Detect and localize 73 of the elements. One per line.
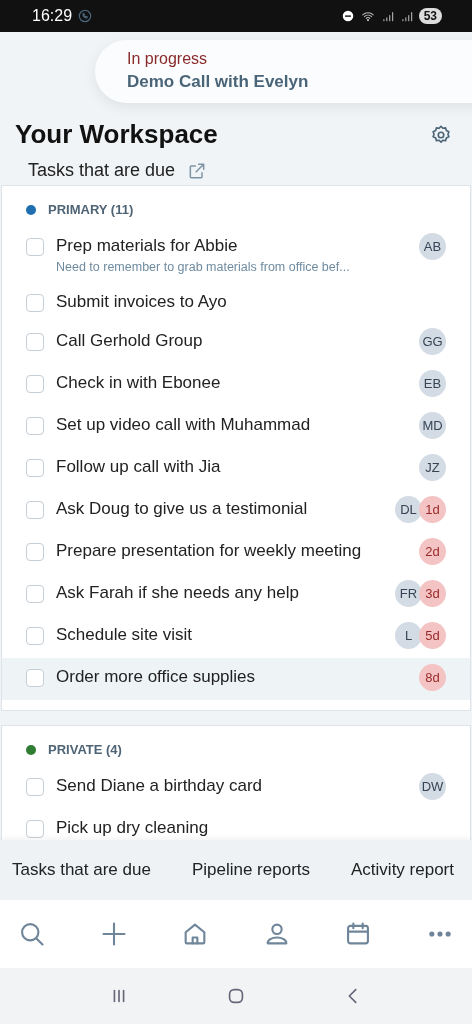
avatar: GG: [419, 328, 446, 355]
task-row[interactable]: Ask Doug to give us a testimonial DL 1d: [2, 490, 470, 532]
section-label: PRIVATE (4): [48, 742, 122, 757]
task-title: Order more office supplies: [56, 666, 257, 688]
checkbox[interactable]: [26, 627, 44, 645]
settings-icon[interactable]: [430, 123, 452, 146]
report-tab[interactable]: Activity report: [351, 860, 454, 880]
task-title: Set up video call with Muhammad: [56, 414, 312, 436]
due-badge: 3d: [419, 580, 446, 607]
task-title: Ask Farah if she needs any help: [56, 582, 300, 604]
call-banner[interactable]: In progress Demo Call with Evelyn: [95, 40, 472, 103]
task-title: Schedule site visit: [56, 624, 194, 646]
task-note: Need to remember to grab materials from office bef...: [56, 260, 351, 274]
task-title: Prepare presentation for weekly meeting: [56, 540, 363, 562]
task-title: Prep materials for Abbie: [56, 235, 239, 257]
call-status: In progress: [127, 50, 209, 68]
section-label: PRIMARY (11): [48, 202, 134, 217]
signal-icon: [399, 9, 414, 23]
due-badge: 5d: [419, 622, 446, 649]
task-title: Pick up dry cleaning: [56, 817, 210, 839]
checkbox[interactable]: [26, 333, 44, 351]
task-row[interactable]: Follow up call with Jia JZ: [2, 448, 470, 490]
task-row[interactable]: Call Gerhold Group GG: [2, 322, 470, 364]
checkbox[interactable]: [26, 820, 44, 838]
checkbox[interactable]: [26, 585, 44, 603]
signal-icon: [380, 9, 395, 23]
task-title: Submit invoices to Ayo: [56, 291, 228, 313]
avatar: MD: [419, 412, 446, 439]
section-title: Tasks that are due: [28, 160, 176, 181]
task-title: Ask Doug to give us a testimonial: [56, 498, 309, 520]
do-not-disturb-icon: [340, 9, 355, 23]
chat-icon: [77, 8, 94, 24]
checkbox[interactable]: [26, 778, 44, 796]
task-row[interactable]: Ask Farah if she needs any help FR 3d: [2, 574, 470, 616]
task-row[interactable]: Submit invoices to Ayo: [2, 283, 470, 322]
wifi-icon: [359, 9, 376, 23]
avatar: DW: [419, 773, 446, 800]
checkbox[interactable]: [26, 417, 44, 435]
checkbox[interactable]: [26, 238, 44, 256]
task-row[interactable]: Prepare presentation for weekly meeting 2d: [2, 532, 470, 574]
workspace-title: Your Workspace: [15, 119, 218, 150]
task-title: Follow up call with Jia: [56, 456, 222, 478]
task-title: Call Gerhold Group: [56, 330, 204, 352]
task-title: Send Diane a birthday card: [56, 775, 264, 797]
report-tab[interactable]: Pipeline reports: [191, 860, 311, 880]
report-tab[interactable]: Tasks that are due: [12, 860, 151, 880]
battery-level: 53: [418, 8, 442, 24]
task-row[interactable]: Send Diane a birthday card DW: [2, 767, 470, 809]
due-badge: 2d: [419, 538, 446, 565]
checkbox[interactable]: [26, 375, 44, 393]
clock: 16:29: [32, 7, 73, 25]
avatar: AB: [419, 233, 446, 260]
checkbox[interactable]: [26, 294, 44, 312]
checkbox[interactable]: [26, 501, 44, 519]
task-title: Check in with Ebonee: [56, 372, 222, 394]
task-row[interactable]: Prep materials for Abbie Need to remember to grab materials from office bef... AB: [2, 227, 470, 283]
avatar: JZ: [419, 454, 446, 481]
due-badge: 1d: [419, 496, 446, 523]
task-row[interactable]: Set up video call with Muhammad MD: [2, 406, 470, 448]
task-row[interactable]: Pick up dry cleaning: [2, 809, 470, 840]
task-row[interactable]: Order more office supplies 8d: [2, 658, 470, 700]
avatar: EB: [419, 370, 446, 397]
task-row[interactable]: Schedule site visit L 5d: [2, 616, 470, 658]
avatar: DL: [395, 496, 422, 523]
task-row[interactable]: Check in with Ebonee EB: [2, 364, 470, 406]
checkbox[interactable]: [26, 543, 44, 561]
avatar: L: [395, 622, 422, 649]
checkbox[interactable]: [26, 669, 44, 687]
search-icon[interactable]: [18, 920, 46, 948]
checkbox[interactable]: [26, 459, 44, 477]
avatar: FR: [395, 580, 422, 607]
call-title: Demo Call with Evelyn: [127, 72, 310, 92]
due-badge: 8d: [419, 664, 446, 691]
